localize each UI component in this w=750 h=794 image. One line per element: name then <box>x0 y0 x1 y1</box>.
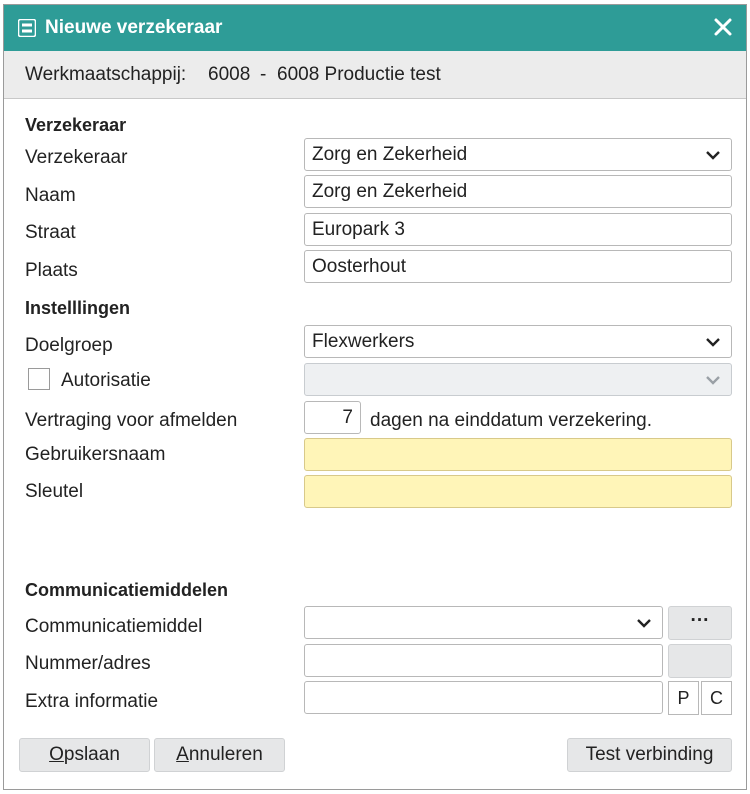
username-input[interactable] <box>304 438 732 471</box>
key-label: Sleutel <box>25 481 84 502</box>
dialog: Nieuwe verzekeraar Werkmaatschappij: 600… <box>3 4 747 790</box>
p-button[interactable]: P <box>668 681 699 715</box>
medium-label: Communicatiemiddel <box>25 616 203 637</box>
target-group-value: Flexwerkers <box>312 331 415 352</box>
insurer-select-label: Verzekeraar <box>25 147 128 168</box>
company-name: 6008 Productie test <box>277 64 441 85</box>
target-group-label: Doelgroep <box>25 335 113 356</box>
chevron-down-icon <box>706 376 720 385</box>
key-input[interactable] <box>304 475 732 508</box>
delay-input[interactable]: 7 <box>304 401 361 434</box>
authorization-select[interactable] <box>304 363 732 396</box>
extra-input[interactable] <box>304 681 663 714</box>
c-button[interactable]: C <box>701 681 732 715</box>
save-button-mnemonic: O <box>49 744 64 765</box>
authorization-label: Autorisatie <box>61 370 151 391</box>
title-bar: Nieuwe verzekeraar <box>4 5 746 51</box>
section-title-communication: Communicatiemiddelen <box>25 580 229 600</box>
street-label: Straat <box>25 222 76 243</box>
form-icon <box>18 19 36 37</box>
address-action-button <box>668 644 732 678</box>
more-options-button[interactable]: ··· <box>668 606 732 640</box>
medium-select[interactable] <box>304 606 663 639</box>
name-input[interactable]: Zorg en Zekerheid <box>304 175 732 208</box>
chevron-down-icon <box>706 151 720 160</box>
address-label: Nummer/adres <box>25 653 151 674</box>
chevron-down-icon <box>637 619 651 628</box>
company-separator: - <box>260 64 267 85</box>
save-button[interactable]: Opslaan <box>19 738 150 772</box>
company-header: Werkmaatschappij: 6008 - 6008 Productie … <box>4 51 746 99</box>
chevron-down-icon <box>706 338 720 347</box>
delay-label: Vertraging voor afmelden <box>25 410 238 431</box>
authorization-checkbox[interactable] <box>28 368 50 390</box>
save-button-label: pslaan <box>63 744 120 765</box>
company-code: 6008 <box>208 64 251 85</box>
delay-value: 7 <box>342 407 353 428</box>
cancel-button[interactable]: Annuleren <box>154 738 285 772</box>
street-input[interactable]: Europark 3 <box>304 213 732 246</box>
cancel-button-mnemonic: A <box>176 744 189 765</box>
insurer-select-value: Zorg en Zekerheid <box>312 144 468 165</box>
city-value: Oosterhout <box>312 256 406 277</box>
section-title-settings: Instelllingen <box>25 298 131 318</box>
city-label: Plaats <box>25 260 78 281</box>
address-input[interactable] <box>304 644 663 677</box>
username-label: Gebruikersnaam <box>25 444 166 465</box>
name-label: Naam <box>25 185 76 206</box>
section-title-insurer: Verzekeraar <box>25 115 127 135</box>
street-value: Europark 3 <box>312 219 405 240</box>
dialog-title: Nieuwe verzekeraar <box>45 17 223 38</box>
delay-suffix: dagen na einddatum verzekering. <box>370 410 653 431</box>
insurer-select[interactable]: Zorg en Zekerheid <box>304 138 732 171</box>
company-label: Werkmaatschappij: <box>25 64 187 85</box>
extra-label: Extra informatie <box>25 691 159 712</box>
cancel-button-label: nnuleren <box>188 744 263 765</box>
target-group-select[interactable]: Flexwerkers <box>304 325 732 358</box>
test-connection-button[interactable]: Test verbinding <box>567 738 732 772</box>
close-icon[interactable] <box>710 14 736 40</box>
city-input[interactable]: Oosterhout <box>304 250 732 283</box>
name-value: Zorg en Zekerheid <box>312 181 468 202</box>
